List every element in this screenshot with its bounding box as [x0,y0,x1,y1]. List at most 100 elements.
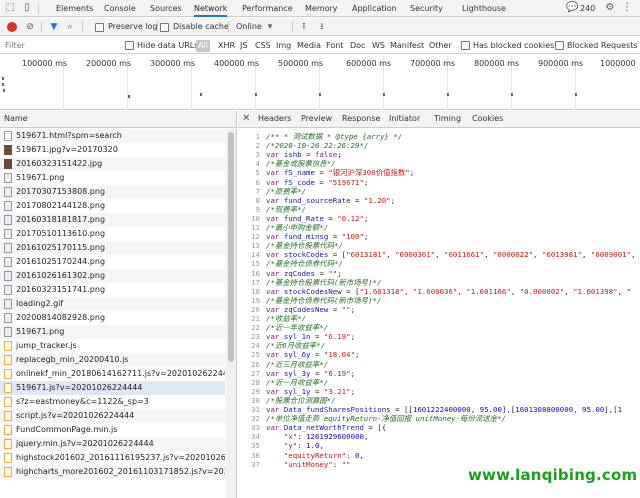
type-filter-font[interactable]: Font [324,40,345,52]
list-item[interactable]: 20161026161302.png [0,269,225,283]
toolbar-separator [157,21,158,32]
timeline-tick: 900000 ms [538,59,584,68]
timeline-tick: 1000000 [600,59,636,68]
device-toolbar-icon[interactable]: ▯ [21,2,33,14]
tab-cookies[interactable]: Cookies [472,114,503,123]
type-filter-xhr[interactable]: XHR [216,40,237,52]
code-text: var stockCodesNew = ["1.601318", "1.6000… [266,286,631,296]
record-icon[interactable] [7,22,17,32]
list-item[interactable]: 519671.jpg?v=20170320 [0,143,225,157]
list-item[interactable]: FundCommonPage.min.js [0,423,225,437]
filter-input[interactable]: Filter [5,41,25,50]
list-item[interactable]: 20200814082928.png [0,311,225,325]
script-file-icon [4,453,12,463]
import-har-icon[interactable]: ⭱ [298,21,310,33]
tab-timing[interactable]: Timing [434,114,461,123]
script-file-icon [4,439,12,449]
list-item[interactable]: 20160318181817.png [0,213,225,227]
more-options-icon[interactable]: ⋮ [621,2,633,14]
type-filter-css[interactable]: CSS [253,40,273,52]
tab-headers[interactable]: Headers [258,114,291,123]
timeline-tick: 300000 ms [150,59,196,68]
image-file-icon [4,257,12,267]
list-item[interactable]: 519671.html?spm=search [0,129,225,143]
tab-initiator[interactable]: Initiator [389,114,420,123]
code-text: var syl_3y = "6.19"; [266,368,356,378]
type-filter-media[interactable]: Media [295,40,323,52]
blocked-requests-checkbox[interactable] [555,41,564,50]
timeline-tick: 400000 ms [214,59,260,68]
disable-cache-checkbox[interactable] [160,23,169,32]
code-text: /*基金持仓股票代码(新市场号)*/ [266,277,382,287]
line-number: 8 [255,195,260,205]
throttling-select[interactable]: Online [236,22,262,31]
list-item[interactable]: highcharts_more201602_20161103171852.js?… [0,465,225,479]
tab-preview[interactable]: Preview [301,114,332,123]
request-name: 20161026161302.png [16,271,106,280]
list-item[interactable]: highstock201602_20161116195237.js?v=2020… [0,451,225,465]
response-source-view[interactable]: 1 /** * 测试数据 * @type {arry} */ 2 /*2020-10-… [238,129,640,498]
list-item-selected[interactable]: 519671.js?v=20201026224444 [0,381,225,395]
list-item[interactable]: script.js?v=20201026224444 [0,409,225,423]
tab-lighthouse[interactable]: Lighthouse [462,0,506,17]
has-blocked-cookies-checkbox[interactable] [461,41,470,50]
request-name: highstock201602_20161116195237.js?v=2020… [16,453,225,462]
line-number: 6 [255,177,260,187]
tab-console[interactable]: Console [104,0,136,17]
list-item[interactable]: 20160323151422.jpg [0,157,225,171]
type-filter-ws[interactable]: WS [370,40,387,52]
list-item[interactable]: 519671.png [0,171,225,185]
list-item[interactable]: 20161025170115.png [0,241,225,255]
scrollbar-thumb[interactable] [228,132,234,362]
close-icon[interactable]: ✕ [242,113,250,124]
list-item[interactable]: s?z=eastmoney&c=1122&_sp=3 [0,395,225,409]
list-item[interactable]: onlinekf_min_20180614162711.js?v=2020102… [0,367,225,381]
tab-performance[interactable]: Performance [242,0,293,17]
chevron-down-icon[interactable]: ▾ [264,21,276,33]
network-overview-timeline[interactable]: 100000 ms 200000 ms 300000 ms 400000 ms … [0,55,640,110]
list-item[interactable]: 20160323151741.png [0,283,225,297]
clear-icon[interactable]: ⊘ [24,21,36,33]
line-number: 11 [251,223,260,232]
tab-response[interactable]: Response [342,114,380,123]
tab-application[interactable]: Application [352,0,397,17]
type-filter-doc[interactable]: Doc [348,40,367,52]
tab-elements[interactable]: Elements [56,0,93,17]
type-filter-img[interactable]: Img [274,40,293,52]
line-number: 28 [251,377,260,387]
line-number: 14 [251,250,260,260]
type-filter-other[interactable]: Other [427,40,454,52]
settings-gear-icon[interactable]: ⚙ [604,2,616,14]
list-item[interactable]: jump_tracker.js [0,339,225,353]
tab-separator [38,3,39,14]
request-name: jump_tracker.js [16,341,77,350]
list-item[interactable]: 20161025170244.png [0,255,225,269]
issues-count[interactable]: 240 [580,0,595,17]
request-name: 519671.png [16,327,65,336]
issues-icon[interactable]: 💬 [566,2,578,14]
timeline-tick: 700000 ms [410,59,456,68]
list-item[interactable]: 20170802144128.png [0,199,225,213]
name-column-header[interactable]: Name [0,111,237,128]
tab-network[interactable]: Network [194,0,228,17]
type-filter-manifest[interactable]: Manifest [388,40,426,52]
filter-icon[interactable]: ▼ [48,21,60,33]
type-filter-all[interactable]: All [196,40,210,52]
line-number: 31 [251,405,260,414]
list-item[interactable]: 519671.png [0,325,225,339]
type-filter-js[interactable]: JS [238,40,249,52]
inspect-element-icon[interactable]: ⬚ [4,2,16,14]
preserve-log-checkbox[interactable] [95,23,104,32]
tab-security[interactable]: Security [410,0,443,17]
request-name: 519671.html?spm=search [16,131,122,140]
list-item[interactable]: 20170307153808.png [0,185,225,199]
list-item[interactable]: 20170510113610.png [0,227,225,241]
search-icon[interactable]: ⌕ [64,21,76,33]
tab-sources[interactable]: Sources [150,0,182,17]
hide-data-urls-checkbox[interactable] [125,41,134,50]
tab-memory[interactable]: Memory [305,0,338,17]
list-item[interactable]: replacegb_min_20200410.js [0,353,225,367]
list-item[interactable]: loading2.gif [0,297,225,311]
export-har-icon[interactable]: ⭳ [316,21,328,33]
list-item[interactable]: jquery.min.js?v=20201026224444 [0,437,225,451]
